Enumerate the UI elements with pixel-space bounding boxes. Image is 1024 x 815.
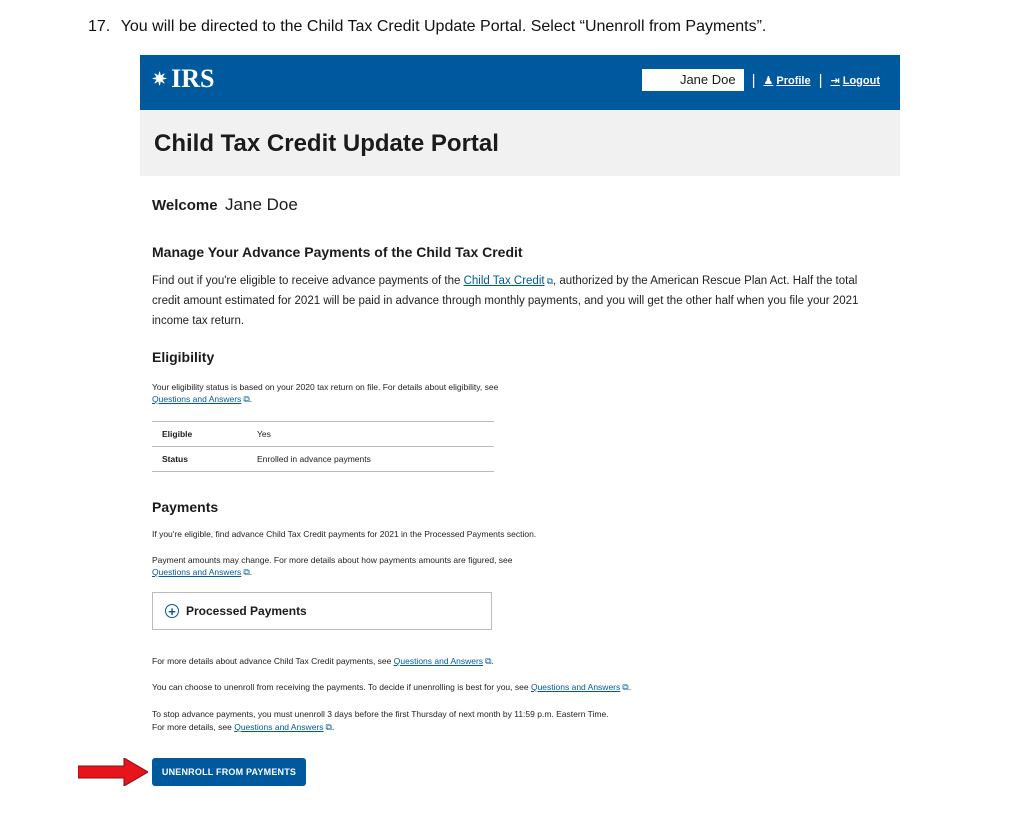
row-value: Yes (247, 421, 494, 447)
more-text-3a: To stop advance payments, you must unenr… (152, 709, 609, 719)
red-arrow-annotation (78, 758, 148, 786)
eligibility-heading: Eligibility (152, 349, 215, 365)
external-link-icon: ⧉ (243, 394, 250, 404)
manage-text: Find out if you're eligible to receive a… (152, 275, 464, 287)
more-qa-link-2[interactable]: Questions and Answers (531, 682, 620, 692)
more-details-line-3: To stop advance payments, you must unenr… (152, 709, 609, 732)
external-link-icon: ⧉ (485, 656, 492, 666)
eligibility-paragraph: Your eligibility status is based on your… (152, 382, 499, 404)
payments-heading: Payments (152, 499, 219, 515)
expand-plus-icon: + (165, 604, 179, 618)
payments-qa-link[interactable]: Questions and Answers (152, 567, 241, 577)
row-label: Status (152, 446, 247, 472)
manage-paragraph: Find out if you're eligible to receive a… (152, 271, 887, 331)
unenroll-from-payments-button[interactable]: UNENROLL FROM PAYMENTS (152, 758, 306, 786)
instruction-step: 17. You will be directed to the Child Ta… (88, 18, 766, 36)
more-text-2: You can choose to unenroll from receivin… (152, 682, 531, 692)
external-link-icon: ⧉ (325, 722, 332, 732)
payments-text-2: Payment amounts may change. For more det… (152, 555, 513, 565)
step-number: 17. (88, 18, 111, 35)
portal-content: Welcome Jane Doe Manage Your Advance Pay… (140, 55, 900, 815)
more-details-line-2: You can choose to unenroll from receivin… (152, 682, 632, 692)
payments-paragraph: Payment amounts may change. For more det… (152, 555, 513, 577)
step-text: You will be directed to the Child Tax Cr… (120, 18, 767, 35)
table-row: Status Enrolled in advance payments (152, 446, 494, 472)
child-tax-credit-link[interactable]: Child Tax Credit (464, 275, 545, 287)
welcome-label: Welcome (152, 197, 218, 214)
external-link-icon: ⧉ (243, 567, 250, 577)
external-link-icon: ⧉ (622, 682, 629, 692)
welcome-line: Welcome Jane Doe (152, 195, 298, 215)
more-details-line-1: For more details about advance Child Tax… (152, 656, 494, 666)
arrow-shape (78, 758, 148, 786)
more-qa-link-3[interactable]: Questions and Answers (234, 722, 323, 732)
welcome-name: Jane Doe (225, 195, 298, 214)
accordion-label: Processed Payments (186, 604, 307, 618)
payments-text-1: If you're eligible, find advance Child T… (152, 529, 537, 539)
processed-payments-accordion[interactable]: + Processed Payments (152, 592, 492, 630)
more-qa-link-1[interactable]: Questions and Answers (394, 656, 483, 666)
eligibility-qa-link[interactable]: Questions and Answers (152, 394, 241, 404)
manage-heading: Manage Your Advance Payments of the Chil… (152, 244, 523, 260)
more-text-3b: For more details, see (152, 722, 235, 732)
eligibility-text: Your eligibility status is based on your… (152, 382, 499, 392)
row-value: Enrolled in advance payments (247, 446, 494, 472)
table-row: Eligible Yes (152, 421, 494, 447)
eligibility-table: Eligible Yes Status Enrolled in advance … (152, 421, 494, 472)
row-label: Eligible (152, 421, 247, 447)
more-text-1: For more details about advance Child Tax… (152, 656, 394, 666)
